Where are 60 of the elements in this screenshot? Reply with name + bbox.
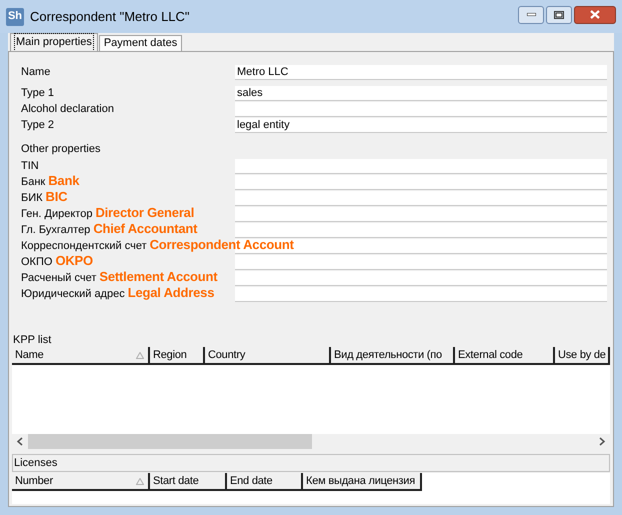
maximize-button[interactable] — [546, 6, 572, 24]
window-title: Correspondent "Metro LLC" — [30, 8, 190, 26]
field-label: Гл. Бухгалтер — [21, 222, 90, 238]
close-button[interactable] — [574, 6, 616, 24]
field-label: Юридический адрес — [21, 286, 125, 302]
field-label: Type 2 — [21, 118, 54, 133]
input-field[interactable] — [235, 222, 607, 238]
field-label: TIN — [21, 158, 39, 174]
column-header[interactable]: End date — [227, 473, 303, 491]
column-header[interactable]: Number — [12, 473, 150, 491]
column-header[interactable]: Name — [12, 347, 150, 365]
column-header[interactable]: External code — [455, 347, 555, 365]
annotation: OKPO — [55, 254, 93, 268]
sort-arrow-icon — [136, 352, 144, 358]
input-field[interactable] — [235, 270, 607, 286]
field-label: Расченый счет — [21, 270, 96, 286]
section-heading: Licenses — [14, 456, 58, 471]
annotation: Legal Address — [128, 286, 214, 300]
input-field[interactable]: Metro LLC — [235, 64, 607, 80]
input-field[interactable] — [235, 174, 607, 190]
column-header[interactable]: Start date — [150, 473, 227, 491]
field-label: Type 1 — [21, 86, 54, 101]
input-field[interactable]: legal entity — [235, 118, 607, 132]
annotation: Correspondent Account — [150, 238, 294, 252]
field-label: Корреспондентский счет — [21, 238, 147, 254]
section-heading: Other properties — [21, 142, 100, 156]
close-icon — [590, 10, 600, 19]
input-field[interactable] — [235, 158, 607, 174]
input-field[interactable] — [235, 190, 607, 206]
input-field[interactable]: sales — [235, 86, 607, 100]
field-label: Alcohol declaration — [21, 102, 114, 117]
field-label: Name — [21, 64, 50, 80]
section-heading: KPP list — [12, 333, 52, 347]
input-field[interactable] — [235, 102, 607, 116]
app-logo: Sh — [6, 8, 24, 26]
maximize-icon — [554, 10, 564, 18]
tab[interactable]: Payment dates — [98, 35, 182, 51]
field-label: БИК — [21, 190, 43, 206]
tab[interactable]: Main properties — [10, 33, 98, 51]
scroll-thumb[interactable] — [28, 434, 312, 449]
annotation: Director General — [95, 206, 194, 220]
horizontal-scrollbar[interactable] — [12, 434, 610, 449]
input-field[interactable] — [235, 286, 607, 302]
column-header[interactable]: Region — [150, 347, 205, 365]
field-label: ОКПО — [21, 254, 52, 270]
field-label: Банк — [21, 174, 46, 190]
minimize-button[interactable] — [518, 6, 544, 24]
annotation: Chief Accountant — [93, 222, 198, 236]
column-header[interactable]: Use by de — [555, 347, 610, 365]
column-header[interactable]: Кем выдана лицензия — [303, 473, 422, 491]
minimize-icon — [526, 13, 536, 16]
input-field[interactable] — [235, 254, 607, 270]
annotation: BIC — [46, 190, 68, 204]
column-header[interactable]: Вид деятельности (по — [331, 347, 455, 365]
field-label: Ген. Директор — [21, 206, 92, 222]
annotation: Settlement Account — [99, 270, 218, 284]
column-header[interactable]: Country — [205, 347, 331, 365]
annotation: Bank — [48, 174, 80, 188]
sort-arrow-icon — [136, 478, 144, 484]
input-field[interactable] — [235, 206, 607, 222]
